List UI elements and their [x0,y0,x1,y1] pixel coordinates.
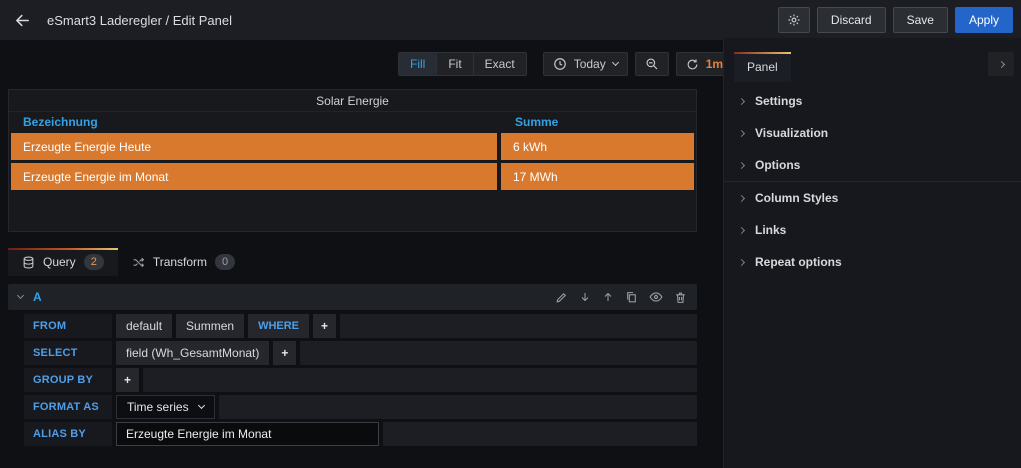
move-up-icon[interactable] [602,291,614,303]
from-label: FROM [24,314,112,338]
section-links[interactable]: Links [724,214,1021,246]
add-condition-button[interactable]: + [313,314,336,338]
row-filler [143,368,697,392]
sidebar-sections: Settings Visualization Options Column St… [724,85,1021,278]
shuffle-icon [132,256,145,269]
cell-name: Erzeugte Energie im Monat [11,163,497,190]
time-picker-button[interactable]: Today [543,52,628,76]
query-row-from: FROM default Summen WHERE + [24,314,697,338]
section-visualization[interactable]: Visualization [724,117,1021,149]
transform-count-badge: 0 [215,254,235,270]
section-column-styles[interactable]: Column Styles [724,182,1021,214]
query-editor-rows: FROM default Summen WHERE + SELECT field… [24,314,697,449]
alias-by-input[interactable] [116,422,379,446]
section-settings[interactable]: Settings [724,85,1021,117]
group-by-label: GROUP BY [24,368,112,392]
chevron-right-icon [738,129,745,136]
time-range-label: Today [574,57,606,71]
preview-toolbar: Fill Fit Exact Today 1m [398,52,745,76]
query-row-select: SELECT field (Wh_GesamtMonat) + [24,341,697,365]
table-body: Erzeugte Energie Heute 6 kWh Erzeugte En… [9,132,696,194]
apply-button[interactable]: Apply [955,7,1013,33]
chevron-right-icon [738,258,745,265]
table-header-row: Bezeichnung Summe [9,111,696,132]
panel-title[interactable]: Solar Energie [9,90,696,111]
query-row-group-by: GROUP BY + [24,368,697,392]
chevron-right-icon [738,97,745,104]
top-navbar: eSmart3 Laderegler / Edit Panel Discard … [0,0,1021,40]
move-down-icon[interactable] [579,291,591,303]
query-row-format-as: FORMAT AS Time series [24,395,697,419]
display-mode-group: Fill Fit Exact [398,52,527,76]
save-button[interactable]: Save [893,7,948,33]
tab-query-label: Query [43,255,76,269]
collapse-sidebar-button[interactable] [988,52,1014,76]
editor-tabbar: Query 2 Transform 0 [8,248,249,276]
select-field-segment[interactable]: field (Wh_GesamtMonat) [116,341,269,365]
tab-panel[interactable]: Panel [734,52,791,82]
query-row-alias-by: ALIAS BY [24,422,697,446]
tab-transform[interactable]: Transform 0 [118,248,249,276]
clock-icon [553,57,567,71]
column-header-bezeichnung[interactable]: Bezeichnung [9,115,501,129]
panel-preview: Solar Energie Bezeichnung Summe Erzeugte… [8,89,697,232]
display-mode-exact[interactable]: Exact [474,53,526,75]
back-arrow-icon[interactable] [14,12,31,29]
query-ref-id: A [33,290,42,304]
row-filler [383,422,697,446]
options-sidebar: Panel Settings Visualization Options Col… [723,38,1021,468]
cell-value: 6 kWh [501,133,694,160]
format-as-label: FORMAT AS [24,395,112,419]
table-row: Erzeugte Energie Heute 6 kWh [11,133,694,160]
column-header-summe[interactable]: Summe [501,115,696,129]
chevron-right-icon [738,226,745,233]
row-filler [219,395,697,419]
chevron-right-icon [738,194,745,201]
page-title: eSmart3 Laderegler / Edit Panel [47,13,232,28]
chevron-right-icon [997,60,1004,67]
tab-transform-label: Transform [153,255,207,269]
from-measurement-segment[interactable]: Summen [176,314,244,338]
where-keyword-segment[interactable]: WHERE [248,314,309,338]
table-row: Erzeugte Energie im Monat 17 MWh [11,163,694,190]
chevron-down-icon [612,59,619,66]
zoom-out-button[interactable] [635,52,669,76]
query-count-badge: 2 [84,254,104,270]
format-as-value: Time series [127,400,189,414]
chevron-down-icon [198,402,205,409]
collapse-query-icon[interactable] [17,292,24,299]
add-group-by-button[interactable]: + [116,368,139,392]
display-mode-fill[interactable]: Fill [399,53,437,75]
row-filler [300,341,697,365]
cell-value: 17 MWh [501,163,694,190]
zoom-out-icon [645,57,659,71]
from-datasource-segment[interactable]: default [116,314,172,338]
delete-query-trash-icon[interactable] [674,291,687,304]
database-icon [22,256,35,269]
disable-query-eye-icon[interactable] [649,290,663,304]
chevron-right-icon [738,161,745,168]
add-select-button[interactable]: + [273,341,296,365]
refresh-icon [686,58,699,71]
panel-settings-button[interactable] [778,7,810,33]
alias-by-label: ALIAS BY [24,422,112,446]
grafana-edit-panel-screen: eSmart3 Laderegler / Edit Panel Discard … [0,0,1021,468]
display-mode-fit[interactable]: Fit [437,53,473,75]
format-as-select[interactable]: Time series [116,395,215,419]
section-options[interactable]: Options [724,149,1021,181]
edit-icon[interactable] [555,291,568,304]
sidebar-tabrow: Panel [724,38,1021,84]
section-repeat-options[interactable]: Repeat options [724,246,1021,278]
query-row-header[interactable]: A [8,284,697,310]
tab-query[interactable]: Query 2 [8,248,118,276]
duplicate-icon[interactable] [625,291,638,304]
gear-icon [787,13,801,27]
select-label: SELECT [24,341,112,365]
discard-button[interactable]: Discard [817,7,886,33]
row-filler [340,314,697,338]
refresh-interval-label[interactable]: 1m [706,57,723,71]
cell-name: Erzeugte Energie Heute [11,133,497,160]
